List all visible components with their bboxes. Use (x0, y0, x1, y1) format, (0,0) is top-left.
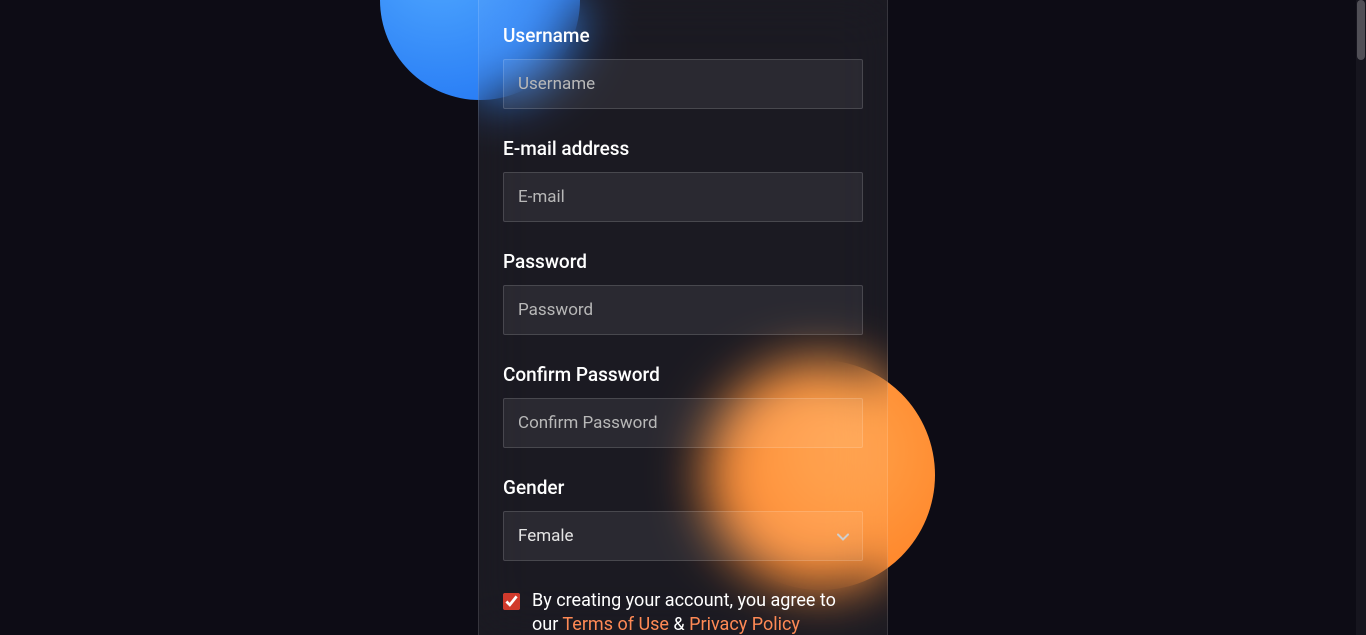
consent-checkbox[interactable] (503, 593, 520, 610)
privacy-link[interactable]: Privacy Policy (689, 614, 800, 635)
consent-text: By creating your account, you agree to o… (532, 589, 863, 635)
signup-card: Sign up Username E-mail address Password… (478, 0, 888, 635)
field-confirm-password: Confirm Password (503, 363, 863, 448)
scrollbar-track[interactable] (1356, 0, 1366, 635)
email-label: E-mail address (503, 137, 863, 160)
password-input[interactable] (503, 285, 863, 335)
field-password: Password (503, 250, 863, 335)
username-input[interactable] (503, 59, 863, 109)
confirm-password-label: Confirm Password (503, 363, 863, 386)
username-label: Username (503, 24, 863, 47)
password-label: Password (503, 250, 863, 273)
gender-select[interactable]: Female (503, 511, 863, 561)
consent-row: By creating your account, you agree to o… (503, 589, 863, 635)
terms-link[interactable]: Terms of Use (562, 614, 669, 635)
confirm-password-input[interactable] (503, 398, 863, 448)
consent-sep: & (669, 614, 689, 635)
field-username: Username (503, 24, 863, 109)
email-field[interactable] (503, 172, 863, 222)
field-email: E-mail address (503, 137, 863, 222)
scrollbar-thumb[interactable] (1357, 0, 1365, 60)
field-gender: Gender Female (503, 476, 863, 561)
gender-label: Gender (503, 476, 863, 499)
